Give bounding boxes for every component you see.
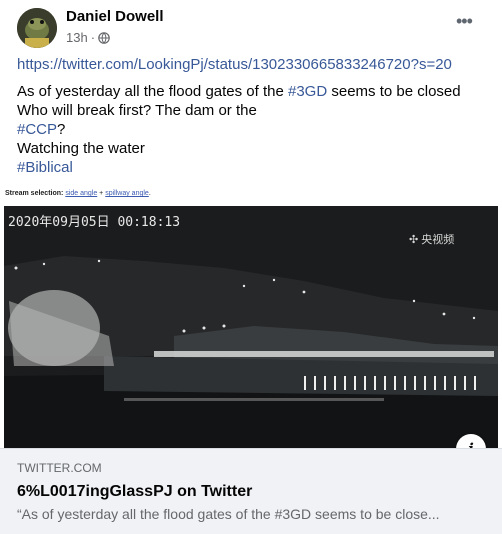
avatar-image bbox=[17, 8, 57, 48]
video-timestamp: 2020年09月05日 00:18:13 bbox=[8, 215, 181, 230]
broadcaster-logo-icon: ✣ bbox=[409, 234, 419, 246]
meta-separator: · bbox=[90, 30, 96, 45]
post-meta: 13h · bbox=[66, 30, 110, 45]
post-text-line-3: #CCP? bbox=[17, 120, 487, 139]
author-name[interactable]: Daniel Dowell bbox=[66, 8, 164, 25]
broadcaster-logo: ✣ 央视频 bbox=[409, 231, 454, 247]
globe-icon[interactable] bbox=[98, 31, 110, 44]
hashtag-3gd[interactable]: #3GD bbox=[288, 83, 327, 100]
avatar[interactable] bbox=[17, 8, 57, 48]
hashtag-ccp[interactable]: #CCP bbox=[17, 121, 57, 138]
post-text-line-4: Watching the water bbox=[17, 140, 145, 157]
video-frame: 2020年09月05日 00:18:13 ✣ 央视频 bbox=[4, 206, 498, 448]
card-description: “As of yesterday all the flood gates of … bbox=[17, 506, 440, 522]
stream-end: . bbox=[148, 190, 151, 197]
broadcaster-name: 央视频 bbox=[421, 234, 455, 246]
more-options-button[interactable]: ••• bbox=[456, 12, 480, 34]
post-time[interactable]: 13h bbox=[66, 30, 88, 45]
post-text: As of yesterday all the flood gates of t… bbox=[17, 83, 288, 100]
stream-link-spillway-angle: spillway angle bbox=[105, 190, 149, 197]
stream-label: Stream selection: bbox=[5, 190, 64, 197]
link-preview-card[interactable]: Stream selection: side angle + spillway … bbox=[0, 187, 502, 534]
post-text: seems to be closed bbox=[327, 83, 461, 100]
card-domain: TWITTER.COM bbox=[17, 461, 102, 475]
stream-link-side-angle: side angle bbox=[65, 190, 98, 197]
post-text: ? bbox=[57, 121, 66, 138]
post-text-line-1: As of yesterday all the flood gates of t… bbox=[17, 82, 487, 101]
post-text-line-2: Who will break first? The dam or the bbox=[17, 102, 257, 119]
hashtag-biblical[interactable]: #Biblical bbox=[17, 159, 73, 176]
post-link[interactable]: https://twitter.com/LookingPj/status/130… bbox=[17, 55, 487, 74]
card-title[interactable]: 6%L0017ingGlassPJ on Twitter bbox=[17, 483, 252, 501]
preview-image[interactable]: Stream selection: side angle + spillway … bbox=[0, 187, 502, 448]
post-text-line-5: #Biblical bbox=[17, 158, 487, 177]
facebook-post: Daniel Dowell 13h · ••• https://twitter.… bbox=[0, 0, 502, 534]
card-info[interactable]: TWITTER.COM 6%L0017ingGlassPJ on Twitter… bbox=[0, 448, 502, 534]
stream-selection-caption: Stream selection: side angle + spillway … bbox=[5, 190, 151, 197]
